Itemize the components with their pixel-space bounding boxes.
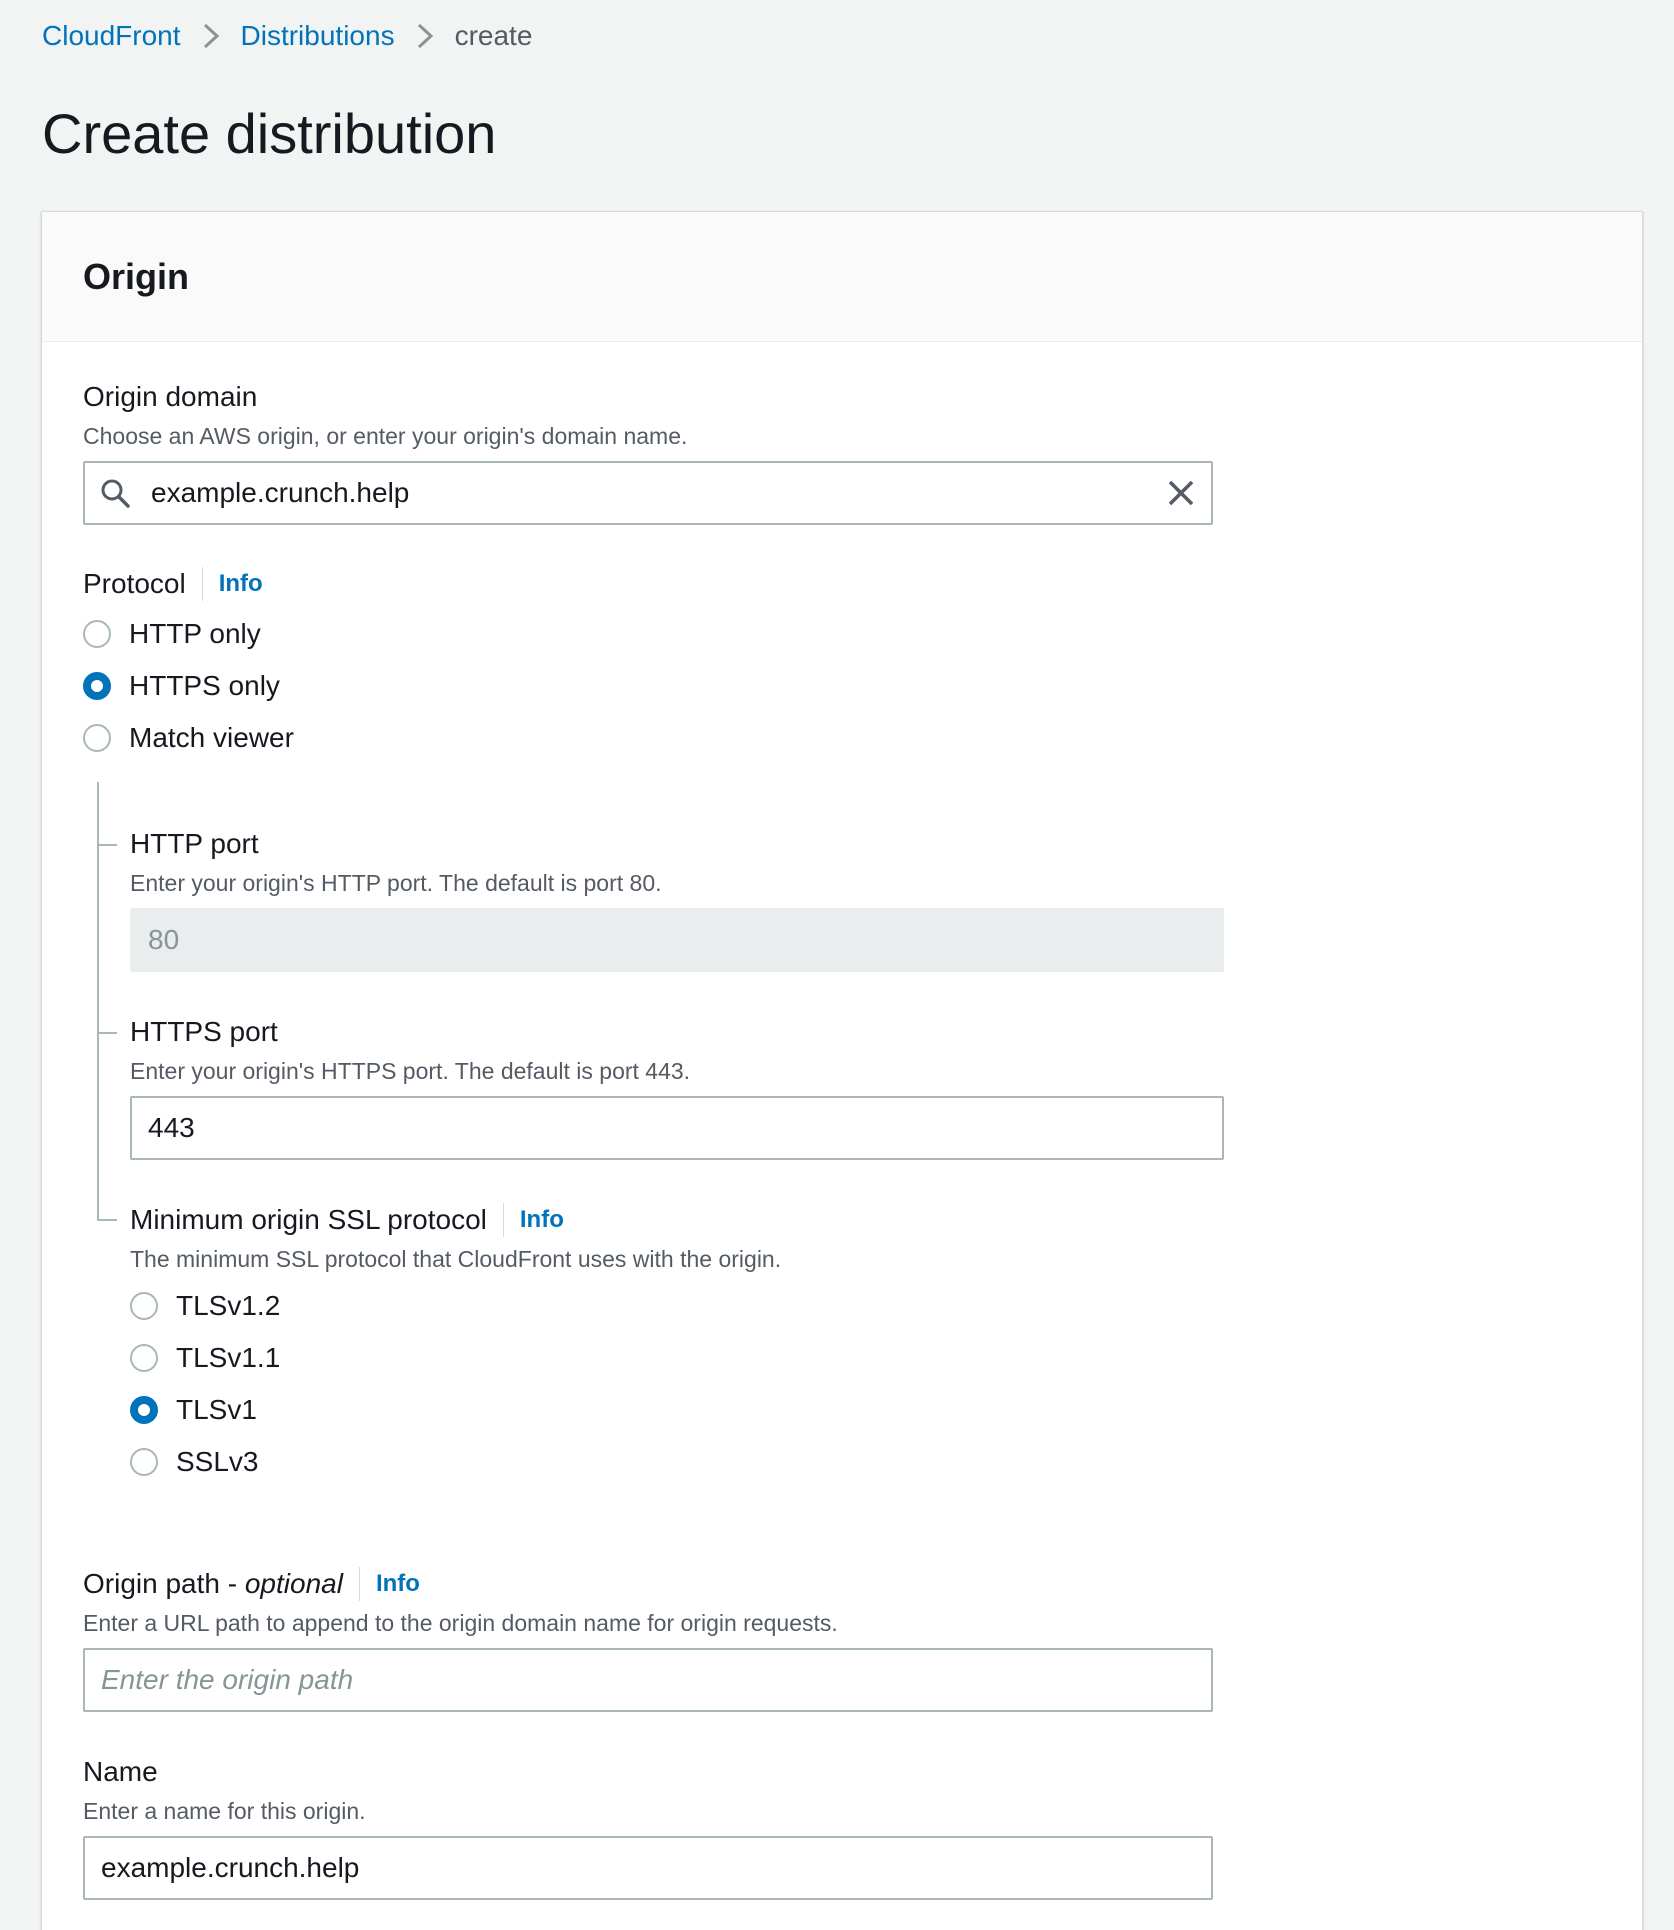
info-divider	[502, 1203, 504, 1237]
tree-connector-line	[97, 782, 99, 1220]
origin-path-label-text: Origin path -	[83, 1568, 245, 1599]
origin-domain-input-wrapper	[83, 461, 1213, 525]
https-port-input[interactable]	[148, 1098, 1222, 1158]
breadcrumb-current: create	[454, 20, 533, 51]
origin-panel-title: Origin	[83, 255, 189, 297]
min-ssl-radio-group: TLSv1.2 TLSv1.1 TLSv1 SSLv3	[130, 1280, 781, 1488]
breadcrumb-distributions[interactable]: Distributions	[241, 18, 395, 54]
protocol-label: Protocol	[83, 568, 186, 599]
chevron-right-icon	[395, 18, 455, 54]
radio-label: HTTPS only	[129, 670, 280, 701]
ssl-option-tlsv1-1[interactable]: TLSv1.1	[130, 1332, 781, 1384]
tree-connector-branch	[97, 1219, 117, 1221]
breadcrumb: CloudFront Distributions create	[42, 18, 532, 54]
info-divider	[201, 567, 203, 601]
http-port-label: HTTP port	[130, 828, 259, 859]
https-port-description: Enter your origin's HTTPS port. The defa…	[130, 1058, 691, 1084]
radio-label: TLSv1.2	[176, 1290, 281, 1321]
min-ssl-info-link[interactable]: Info	[520, 1206, 564, 1234]
origin-domain-input[interactable]	[151, 463, 1165, 523]
min-ssl-field: Minimum origin SSL protocol Info The min…	[130, 1200, 781, 1488]
radio-label: HTTP only	[129, 618, 261, 649]
radio-tlsv1-2[interactable]	[130, 1292, 158, 1320]
optional-marker: optional	[244, 1568, 343, 1599]
close-icon[interactable]	[1165, 477, 1197, 509]
origin-path-input-wrapper	[83, 1648, 1213, 1712]
search-icon	[99, 477, 131, 509]
origin-path-field: Origin path - optional Info Enter a URL …	[83, 1564, 1213, 1712]
https-port-field: HTTPS port Enter your origin's HTTPS por…	[130, 1012, 1224, 1160]
ssl-option-tlsv1-2[interactable]: TLSv1.2	[130, 1280, 781, 1332]
tree-connector-branch	[97, 844, 117, 846]
origin-domain-description: Choose an AWS origin, or enter your orig…	[83, 423, 688, 449]
radio-label: Match viewer	[129, 722, 294, 753]
radio-label: SSLv3	[176, 1446, 259, 1477]
protocol-option-https-only[interactable]: HTTPS only	[83, 660, 294, 712]
origin-path-label: Origin path - optional	[83, 1564, 343, 1604]
name-input[interactable]	[101, 1838, 1211, 1898]
min-ssl-label: Minimum origin SSL protocol	[130, 1204, 487, 1235]
chevron-right-icon	[181, 18, 241, 54]
ssl-option-sslv3[interactable]: SSLv3	[130, 1436, 781, 1488]
protocol-info-link[interactable]: Info	[219, 570, 263, 598]
radio-sslv3[interactable]	[130, 1448, 158, 1476]
origin-path-input[interactable]	[101, 1650, 1211, 1710]
page-title: Create distribution	[42, 102, 497, 165]
origin-path-info-link[interactable]: Info	[376, 1570, 420, 1598]
info-divider	[358, 1567, 360, 1601]
http-port-field: HTTP port Enter your origin's HTTP port.…	[130, 824, 1224, 972]
radio-tlsv1-1[interactable]	[130, 1344, 158, 1372]
protocol-option-match-viewer[interactable]: Match viewer	[83, 712, 294, 764]
name-description: Enter a name for this origin.	[83, 1798, 366, 1824]
https-port-label: HTTPS port	[130, 1016, 278, 1047]
ssl-option-tlsv1[interactable]: TLSv1	[130, 1384, 781, 1436]
http-port-input	[148, 910, 1222, 970]
min-ssl-description: The minimum SSL protocol that CloudFront…	[130, 1246, 782, 1272]
radio-match-viewer[interactable]	[83, 724, 111, 752]
radio-http-only[interactable]	[83, 620, 111, 648]
tree-connector-branch	[97, 1032, 117, 1034]
name-input-wrapper	[83, 1836, 1213, 1900]
radio-https-only[interactable]	[83, 672, 111, 700]
origin-path-description: Enter a URL path to append to the origin…	[83, 1610, 838, 1636]
http-port-input-wrapper	[130, 908, 1224, 972]
origin-panel-header: Origin	[42, 212, 1642, 342]
http-port-description: Enter your origin's HTTP port. The defau…	[130, 870, 662, 896]
breadcrumb-cloudfront[interactable]: CloudFront	[42, 18, 181, 54]
name-field: Name Enter a name for this origin.	[83, 1752, 1213, 1900]
radio-tlsv1[interactable]	[130, 1396, 158, 1424]
radio-label: TLSv1.1	[176, 1342, 281, 1373]
origin-panel: Origin Origin domain Choose an AWS origi…	[41, 211, 1643, 1930]
protocol-field: Protocol Info HTTP only HTTPS only Match…	[83, 564, 294, 764]
protocol-option-http-only[interactable]: HTTP only	[83, 608, 294, 660]
protocol-radio-group: HTTP only HTTPS only Match viewer	[83, 608, 294, 764]
radio-label: TLSv1	[176, 1394, 257, 1425]
name-label: Name	[83, 1756, 158, 1787]
origin-domain-field: Origin domain Choose an AWS origin, or e…	[83, 377, 1213, 525]
https-port-input-wrapper	[130, 1096, 1224, 1160]
origin-domain-label: Origin domain	[83, 381, 258, 412]
